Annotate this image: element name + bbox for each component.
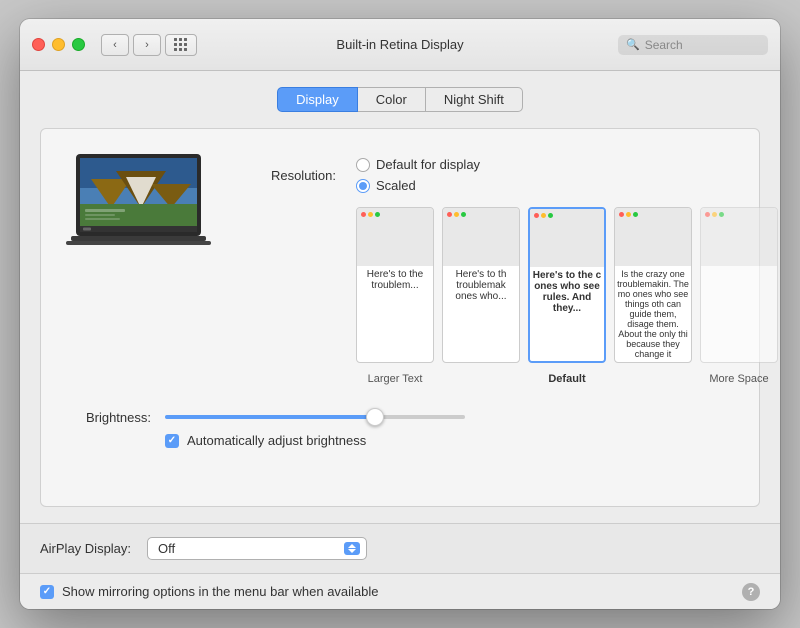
dropdown-arrows-icon xyxy=(344,542,360,555)
scale-card-4[interactable]: Is the crazy one troublemakin. The mo on… xyxy=(614,207,692,363)
auto-brightness-checkbox[interactable]: ✓ xyxy=(165,434,179,448)
mirror-row: ✓ Show mirroring options in the menu bar… xyxy=(20,573,780,609)
scale-label-larger: Larger Text xyxy=(356,373,434,385)
scale-options: Here's to the troublem... xyxy=(356,207,778,363)
card-text-4 xyxy=(650,218,656,256)
scale-label-more: More Space xyxy=(700,373,778,385)
card-text-default xyxy=(564,219,570,258)
scale-card-label-4: Is the crazy one troublemakin. The mo on… xyxy=(615,266,691,362)
brightness-row: Brightness: xyxy=(61,409,739,425)
airplay-value: Off xyxy=(158,541,338,556)
back-button[interactable]: ‹ xyxy=(101,34,129,56)
titlebar: ‹ › Built-in Retina Display 🔍 Search xyxy=(20,19,780,71)
scale-card-preview-larger xyxy=(357,208,433,266)
search-icon: 🔍 xyxy=(626,38,640,51)
scale-card-preview-4 xyxy=(615,208,691,266)
forward-button[interactable]: › xyxy=(133,34,161,56)
radio-default-label: Default for display xyxy=(376,157,480,172)
scale-card-larger[interactable]: Here's to the troublem... xyxy=(356,207,434,363)
card-dots-more xyxy=(705,212,724,217)
brightness-section: Brightness: ✓ Automatically adjust brigh… xyxy=(61,409,739,448)
tab-night-shift[interactable]: Night Shift xyxy=(426,87,523,112)
window-title: Built-in Retina Display xyxy=(336,37,463,52)
scale-label-4 xyxy=(614,373,692,385)
main-window: ‹ › Built-in Retina Display 🔍 Search Dis… xyxy=(20,19,780,609)
resolution-label: Resolution: xyxy=(246,168,336,183)
scale-label-2 xyxy=(442,373,520,385)
tab-bar: Display Color Night Shift xyxy=(40,87,760,112)
airplay-bar: AirPlay Display: Off xyxy=(20,523,780,573)
slider-thumb[interactable] xyxy=(366,408,384,426)
close-button[interactable] xyxy=(32,38,45,51)
traffic-lights xyxy=(32,38,85,51)
card-dots-default xyxy=(534,213,553,218)
scale-card-label-more xyxy=(701,266,777,272)
display-preview xyxy=(61,149,216,259)
mirror-checkbox[interactable]: ✓ xyxy=(40,585,54,599)
card-text-larger xyxy=(392,220,398,255)
auto-brightness-label: Automatically adjust brightness xyxy=(187,433,366,448)
content-area: Display Color Night Shift xyxy=(20,71,780,523)
radio-options: Default for display Scaled xyxy=(356,157,480,193)
tab-display[interactable]: Display xyxy=(277,87,358,112)
radio-default-btn[interactable] xyxy=(356,158,370,172)
mirror-label: Show mirroring options in the menu bar w… xyxy=(62,584,379,599)
scale-card-preview-more xyxy=(701,208,777,266)
scale-card-preview-default xyxy=(530,209,604,267)
slider-track xyxy=(165,415,465,419)
scale-card-label-default: Here's to the c ones who see rules. And … xyxy=(530,267,604,317)
scale-card-more-space[interactable] xyxy=(700,207,778,363)
grid-icon xyxy=(174,38,188,52)
tab-color[interactable]: Color xyxy=(358,87,426,112)
scale-card-2[interactable]: Here's to th troublemak ones who... xyxy=(442,207,520,363)
radio-scaled-btn[interactable] xyxy=(356,179,370,193)
help-button[interactable]: ? xyxy=(742,583,760,601)
radio-scaled-label: Scaled xyxy=(376,178,416,193)
card-dots-2 xyxy=(447,212,466,217)
scale-card-default[interactable]: Here's to the c ones who see rules. And … xyxy=(528,207,606,363)
radio-scaled[interactable]: Scaled xyxy=(356,178,480,193)
resolution-row: Resolution: Default for display Scaled xyxy=(246,157,778,193)
card-dots-4 xyxy=(619,212,638,217)
scale-labels-row: Larger Text Default More Space xyxy=(356,373,778,385)
laptop-preview-svg xyxy=(61,149,216,259)
search-bar[interactable]: 🔍 Search xyxy=(618,35,768,55)
mirror-checkbox-check-icon: ✓ xyxy=(43,586,51,597)
resolution-section: Resolution: Default for display Scaled xyxy=(246,149,778,385)
main-panel: Resolution: Default for display Scaled xyxy=(40,128,760,507)
scale-label-default: Default xyxy=(528,373,606,385)
grid-button[interactable] xyxy=(165,34,197,56)
maximize-button[interactable] xyxy=(72,38,85,51)
radio-default[interactable]: Default for display xyxy=(356,157,480,172)
airplay-label: AirPlay Display: xyxy=(40,541,131,556)
arrow-up-icon xyxy=(348,544,356,548)
brightness-label: Brightness: xyxy=(61,410,151,425)
brightness-slider[interactable] xyxy=(165,409,465,425)
scale-card-label-2: Here's to th troublemak ones who... xyxy=(443,266,519,305)
auto-brightness-row: ✓ Automatically adjust brightness xyxy=(165,433,739,448)
airplay-dropdown[interactable]: Off xyxy=(147,537,367,560)
search-label: Search xyxy=(645,38,683,52)
top-section: Resolution: Default for display Scaled xyxy=(61,149,739,385)
card-dots-larger xyxy=(361,212,380,217)
nav-buttons: ‹ › xyxy=(101,34,161,56)
card-text-2 xyxy=(478,218,484,256)
scale-card-label-larger: Here's to the troublem... xyxy=(357,266,433,294)
arrow-down-icon xyxy=(348,549,356,553)
checkbox-check-icon: ✓ xyxy=(168,435,176,446)
minimize-button[interactable] xyxy=(52,38,65,51)
scale-card-preview-2 xyxy=(443,208,519,266)
